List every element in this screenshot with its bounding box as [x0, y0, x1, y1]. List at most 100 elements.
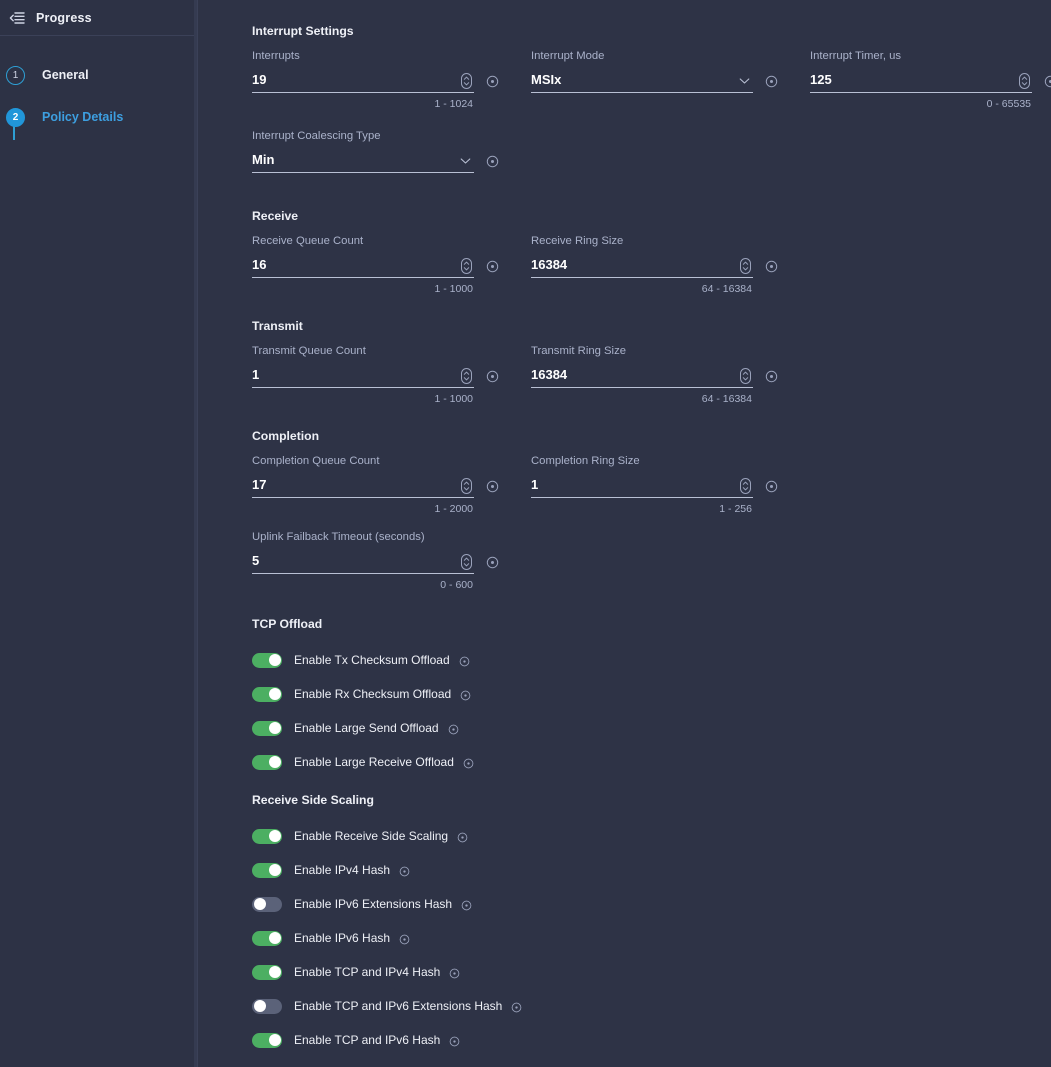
toggle-switch[interactable] [252, 862, 282, 878]
completion-queue-count-input[interactable]: 17 [252, 473, 461, 499]
sidebar-header: Progress [0, 0, 197, 36]
info-icon[interactable] [765, 370, 778, 383]
toggle-switch[interactable] [252, 1032, 282, 1048]
field-uplink-failback-timeout: Uplink Failback Timeout (seconds) 5 0 - … [252, 531, 499, 597]
field-label: Receive Queue Count [252, 235, 364, 247]
info-icon[interactable] [457, 830, 470, 843]
app-root: Progress 1 General 2 Policy Details Inte… [0, 0, 1051, 1067]
toggle-switch[interactable] [252, 964, 282, 980]
step-badge-2: 2 [6, 107, 25, 127]
policy-details-form: Interrupt Settings Interrupts 19 1 - 102… [198, 0, 1051, 1067]
sidebar-step-policy-details[interactable]: 2 Policy Details [0, 96, 197, 138]
info-icon[interactable] [486, 260, 499, 273]
receive-queue-count-input[interactable]: 16 [252, 253, 461, 279]
field-label: Receive Ring Size [531, 235, 624, 247]
toggle-row-tx-checksum-offload[interactable]: Enable Tx Checksum Offload [252, 643, 1021, 677]
toggle-row-receive-side-scaling[interactable]: Enable Receive Side Scaling [252, 819, 1021, 853]
section-title-interrupt-settings: Interrupt Settings [252, 24, 354, 38]
stepper-icon[interactable] [461, 477, 472, 494]
info-icon[interactable] [486, 556, 499, 569]
field-label: Completion Queue Count [252, 455, 380, 467]
field-hint: 1 - 1024 [434, 98, 473, 110]
coalescing-type-value[interactable]: Min [252, 148, 460, 174]
toggle-label: Enable IPv4 Hash [294, 863, 391, 877]
info-icon[interactable] [449, 966, 462, 979]
section-title-receive-side-scaling: Receive Side Scaling [252, 793, 374, 807]
section-title-transmit: Transmit [252, 319, 303, 333]
stepper-icon[interactable] [461, 257, 472, 274]
toggle-row-ipv6-extensions-hash[interactable]: Enable IPv6 Extensions Hash [252, 887, 1021, 921]
stepper-icon[interactable] [461, 553, 472, 570]
info-icon[interactable] [463, 756, 476, 769]
toggle-row-tcp-ipv4-hash[interactable]: Enable TCP and IPv4 Hash [252, 955, 1021, 989]
info-icon[interactable] [511, 1000, 524, 1013]
toggle-row-tcp-ipv6-extensions-hash[interactable]: Enable TCP and IPv6 Extensions Hash [252, 989, 1021, 1023]
info-icon[interactable] [765, 75, 778, 88]
stepper-icon[interactable] [461, 367, 472, 384]
completion-ring-size-input[interactable]: 1 [531, 473, 740, 499]
toggle-switch[interactable] [252, 896, 282, 912]
stepper-icon[interactable] [740, 367, 751, 384]
toggle-row-rx-checksum-offload[interactable]: Enable Rx Checksum Offload [252, 677, 1021, 711]
info-icon[interactable] [765, 260, 778, 273]
sidebar-scrollbar[interactable] [194, 0, 197, 1067]
info-icon[interactable] [399, 864, 412, 877]
stepper-icon[interactable] [461, 72, 472, 89]
info-icon[interactable] [765, 480, 778, 493]
field-hint: 64 - 16384 [701, 283, 752, 295]
chevron-down-icon[interactable] [460, 155, 471, 166]
step-label-policy-details: Policy Details [42, 110, 124, 124]
toggle-row-udp-ipv4-hash[interactable]: Enable UDP and IPv4 Hash [252, 1057, 1021, 1067]
toggle-row-tcp-ipv6-hash[interactable]: Enable TCP and IPv6 Hash [252, 1023, 1021, 1057]
interrupts-input[interactable]: 19 [252, 68, 461, 94]
uplink-failback-timeout-input[interactable]: 5 [252, 549, 461, 575]
transmit-ring-size-input[interactable]: 16384 [531, 363, 740, 389]
field-completion-ring-size: Completion Ring Size 1 1 - 256 [531, 455, 778, 521]
info-icon[interactable] [486, 155, 499, 168]
info-icon[interactable] [399, 932, 412, 945]
field-transmit-ring-size: Transmit Ring Size 16384 64 - 16384 [531, 345, 778, 411]
chevron-down-icon[interactable] [739, 75, 750, 86]
field-label: Interrupts [252, 50, 300, 62]
interrupt-timer-input[interactable]: 125 [810, 68, 1019, 94]
section-title-receive: Receive [252, 209, 299, 223]
info-icon[interactable] [448, 722, 461, 735]
toggle-switch[interactable] [252, 720, 282, 736]
transmit-queue-count-input[interactable]: 1 [252, 363, 461, 389]
info-icon[interactable] [449, 1034, 462, 1047]
field-interrupt-mode: Interrupt Mode MSIx [531, 50, 778, 116]
info-icon[interactable] [461, 898, 474, 911]
toggle-label: Enable Rx Checksum Offload [294, 687, 452, 701]
receive-ring-size-input[interactable]: 16384 [531, 253, 740, 279]
toggle-switch[interactable] [252, 686, 282, 702]
stepper-icon[interactable] [740, 477, 751, 494]
stepper-icon[interactable] [1019, 72, 1030, 89]
toggle-switch[interactable] [252, 998, 282, 1014]
toggle-row-large-receive-offload[interactable]: Enable Large Receive Offload [252, 745, 1021, 779]
field-label: Interrupt Mode [531, 50, 605, 62]
toggle-row-ipv4-hash[interactable]: Enable IPv4 Hash [252, 853, 1021, 887]
info-icon[interactable] [460, 688, 473, 701]
stepper-icon[interactable] [740, 257, 751, 274]
interrupt-mode-value[interactable]: MSIx [531, 68, 739, 94]
info-icon[interactable] [459, 654, 472, 667]
field-receive-queue-count: Receive Queue Count 16 1 - 1000 [252, 235, 499, 301]
toggle-row-ipv6-hash[interactable]: Enable IPv6 Hash [252, 921, 1021, 955]
toggle-switch[interactable] [252, 930, 282, 946]
collapse-panel-icon[interactable] [8, 9, 26, 27]
sidebar-step-general[interactable]: 1 General [0, 54, 197, 96]
toggle-switch[interactable] [252, 754, 282, 770]
toggle-switch[interactable] [252, 828, 282, 844]
field-interrupt-timer: Interrupt Timer, us 125 0 - 65535 [810, 50, 1051, 116]
info-icon[interactable] [486, 370, 499, 383]
toggle-switch[interactable] [252, 652, 282, 668]
toggle-row-large-send-offload[interactable]: Enable Large Send Offload [252, 711, 1021, 745]
field-interrupt-coalescing-type: Interrupt Coalescing Type Min [252, 130, 499, 179]
field-hint: 1 - 1000 [434, 283, 473, 295]
info-icon[interactable] [486, 75, 499, 88]
field-receive-ring-size: Receive Ring Size 16384 64 - 16384 [531, 235, 778, 301]
info-icon[interactable] [486, 480, 499, 493]
toggle-label: Enable Large Send Offload [294, 721, 439, 735]
info-icon[interactable] [1044, 75, 1051, 88]
toggle-label: Enable TCP and IPv6 Extensions Hash [294, 999, 503, 1013]
